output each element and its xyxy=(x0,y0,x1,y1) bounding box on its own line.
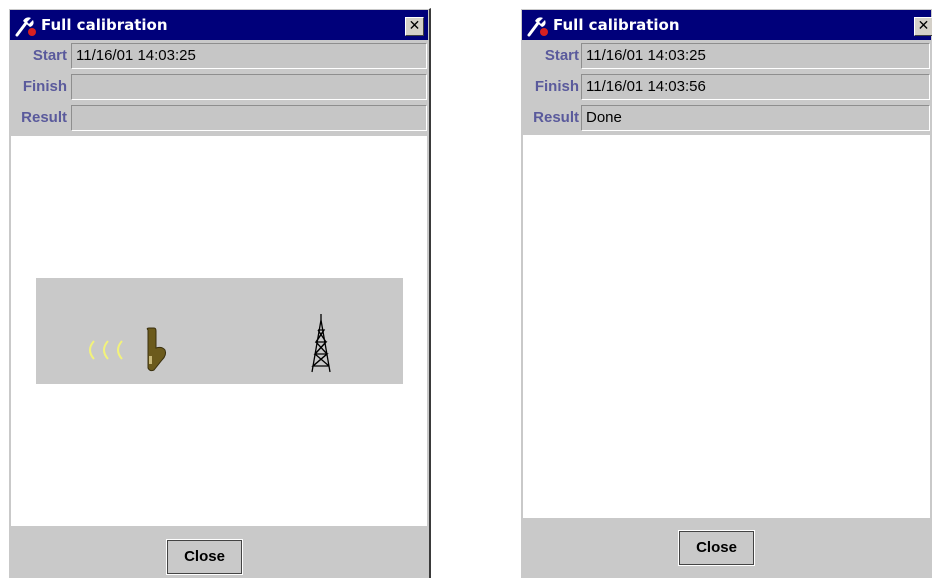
close-button[interactable]: Close xyxy=(166,539,243,575)
result-field xyxy=(71,105,427,131)
title-bar[interactable]: Full calibration ✕ xyxy=(10,10,428,40)
start-row: Start 11/16/01 14:03:25 xyxy=(523,41,930,70)
result-label: Result xyxy=(533,109,579,126)
finish-row: Finish 11/16/01 14:03:56 xyxy=(523,72,930,101)
finish-field xyxy=(71,74,427,100)
result-row: Result Done xyxy=(523,103,930,132)
content-area xyxy=(11,136,427,526)
finish-field: 11/16/01 14:03:56 xyxy=(581,74,930,100)
start-label: Start xyxy=(544,47,579,64)
wrench-icon xyxy=(527,17,548,37)
finish-row: Finish xyxy=(11,72,427,101)
close-icon[interactable]: ✕ xyxy=(405,17,424,36)
start-label: Start xyxy=(32,47,67,64)
wrench-icon xyxy=(15,17,36,37)
start-row: Start 11/16/01 14:03:25 xyxy=(11,41,427,70)
start-field: 11/16/01 14:03:25 xyxy=(71,43,427,69)
finish-label: Finish xyxy=(22,78,67,95)
close-icon[interactable]: ✕ xyxy=(914,17,932,36)
tower-icon xyxy=(311,314,331,373)
finish-label: Finish xyxy=(534,78,579,95)
window-title: Full calibration xyxy=(553,16,680,34)
phone-icon xyxy=(146,327,167,372)
content-area xyxy=(523,135,930,518)
start-field: 11/16/01 14:03:25 xyxy=(581,43,930,69)
title-bar[interactable]: Full calibration ✕ xyxy=(522,10,932,40)
result-label: Result xyxy=(21,109,67,126)
calibration-window-in-progress: Full calibration ✕ Start 11/16/01 14:03:… xyxy=(8,8,431,578)
result-field: Done xyxy=(581,105,930,131)
calibration-window-done: Full calibration ✕ Start 11/16/01 14:03:… xyxy=(520,8,932,578)
window-title: Full calibration xyxy=(41,16,168,34)
calibration-animation xyxy=(36,278,403,384)
signal-icon xyxy=(89,340,123,360)
close-button[interactable]: Close xyxy=(678,530,755,566)
result-row: Result xyxy=(11,103,427,132)
